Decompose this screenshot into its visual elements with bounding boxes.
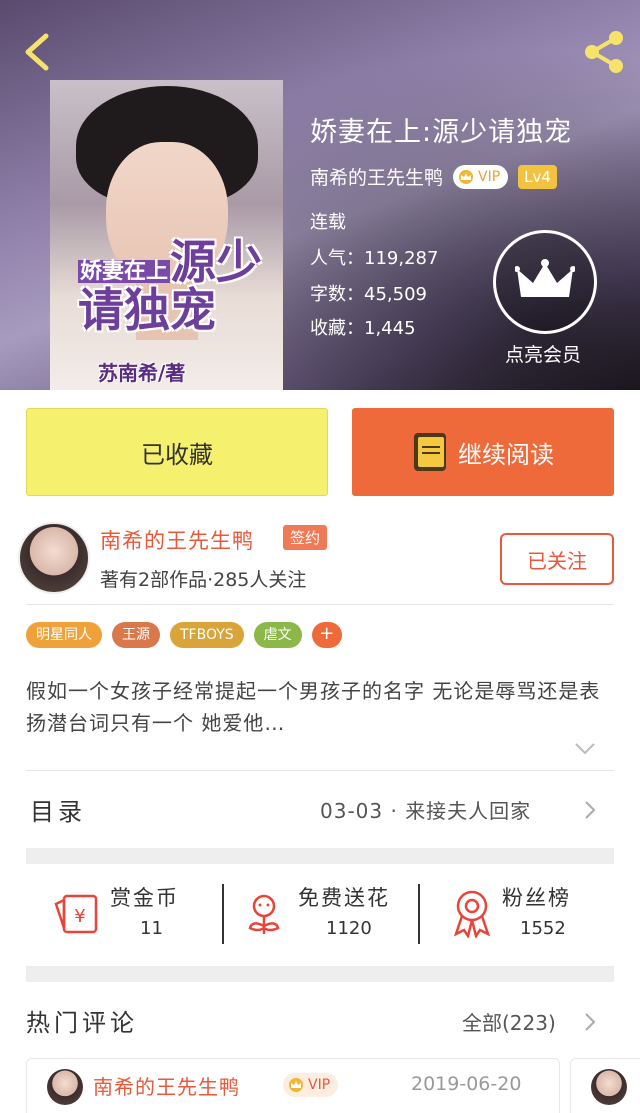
chevron-down-icon[interactable] <box>574 742 596 756</box>
share-button[interactable] <box>580 28 628 76</box>
award-ribbon-icon <box>453 890 491 938</box>
crown-icon <box>289 1078 303 1092</box>
chevron-left-icon <box>25 33 49 71</box>
member-label[interactable]: 点亮会员 <box>505 340 581 367</box>
collected-button[interactable]: 已收藏 <box>26 408 328 496</box>
signed-badge: 签约 <box>283 525 328 550</box>
commenter-avatar <box>591 1069 627 1105</box>
book-author-name[interactable]: 南希的王先生鸭 <box>310 163 443 190</box>
book-description: 假如一个女孩子经常提起一个男孩子的名字 无论是辱骂还是表扬潜台词只有一个 她爱他… <box>26 679 601 735</box>
book-title: 娇妻在上:源少请独宠 <box>310 117 573 148</box>
back-button[interactable] <box>18 30 58 74</box>
divider <box>26 770 614 771</box>
share-icon <box>585 31 623 73</box>
book-icon <box>414 433 446 471</box>
tag-item[interactable]: 明星同人 <box>26 622 102 648</box>
all-comments-link[interactable]: 全部(223) <box>462 1007 556 1036</box>
crown-icon <box>459 169 474 184</box>
divider <box>26 604 614 605</box>
tag-item[interactable]: TFBOYS <box>170 622 244 648</box>
author-info: 著有2部作品·285人关注 <box>100 569 307 591</box>
coin-reward-button[interactable]: ¥ 赏金币 11 <box>54 880 214 948</box>
stat-separator <box>222 884 224 944</box>
chevron-right-icon[interactable] <box>584 800 596 820</box>
continue-reading-button[interactable]: 继续阅读 <box>352 408 614 496</box>
fan-rank-button[interactable]: 粉丝榜 1552 <box>450 880 600 948</box>
comment-card[interactable]: 南希的王先生鸭 VIP 2019-06-20 <box>26 1058 560 1113</box>
commenter-name[interactable]: 南希的王先生鸭 <box>93 1071 240 1100</box>
add-tag-button[interactable]: + <box>311 622 342 648</box>
book-cover[interactable]: 娇妻在上源少 请独宠 苏南希/著 <box>50 80 283 390</box>
crown-icon <box>515 259 575 297</box>
toc-label[interactable]: 目录 <box>30 792 86 827</box>
chevron-right-icon[interactable] <box>584 1012 596 1032</box>
toc-latest-chapter[interactable]: 03-03 · 来接夫人回家 <box>320 795 531 824</box>
vip-badge: VIP <box>283 1073 339 1097</box>
cover-author: 苏南希/著 <box>98 361 186 385</box>
book-status: 连载 <box>310 212 346 233</box>
flower-icon <box>248 894 280 934</box>
book-author-row: 南希的王先生鸭 VIP Lv4 <box>310 163 557 190</box>
red-envelope-icon: ¥ <box>54 894 98 934</box>
commenter-avatar[interactable] <box>47 1069 83 1105</box>
section-separator <box>26 848 614 864</box>
hot-comments-title: 热门评论 <box>26 1009 138 1037</box>
cover-title: 娇妻在上源少 请独宠 <box>78 235 263 338</box>
tag-item[interactable]: 虐文 <box>253 622 302 648</box>
follow-button[interactable]: 已关注 <box>500 533 614 585</box>
author-avatar[interactable] <box>18 522 90 594</box>
author-name[interactable]: 南希的王先生鸭 <box>100 525 254 555</box>
tag-item[interactable]: 王源 <box>112 622 160 648</box>
svg-text:¥: ¥ <box>74 906 85 927</box>
level-badge: Lv4 <box>518 164 557 189</box>
stat-separator <box>418 884 420 944</box>
member-button[interactable] <box>493 230 597 334</box>
book-word-count: 字数：45,509 <box>310 284 427 305</box>
send-flower-button[interactable]: 免费送花 1120 <box>244 880 414 948</box>
comment-date: 2019-06-20 <box>411 1073 522 1095</box>
vip-badge: VIP <box>453 164 509 189</box>
book-favorites: 收藏：1,445 <box>310 318 416 339</box>
tag-list: 明星同人 王源 TFBOYS 虐文 + <box>26 622 342 648</box>
book-popularity: 人气：119,287 <box>310 248 439 269</box>
section-separator <box>26 966 614 982</box>
comment-card-next[interactable] <box>570 1058 640 1113</box>
